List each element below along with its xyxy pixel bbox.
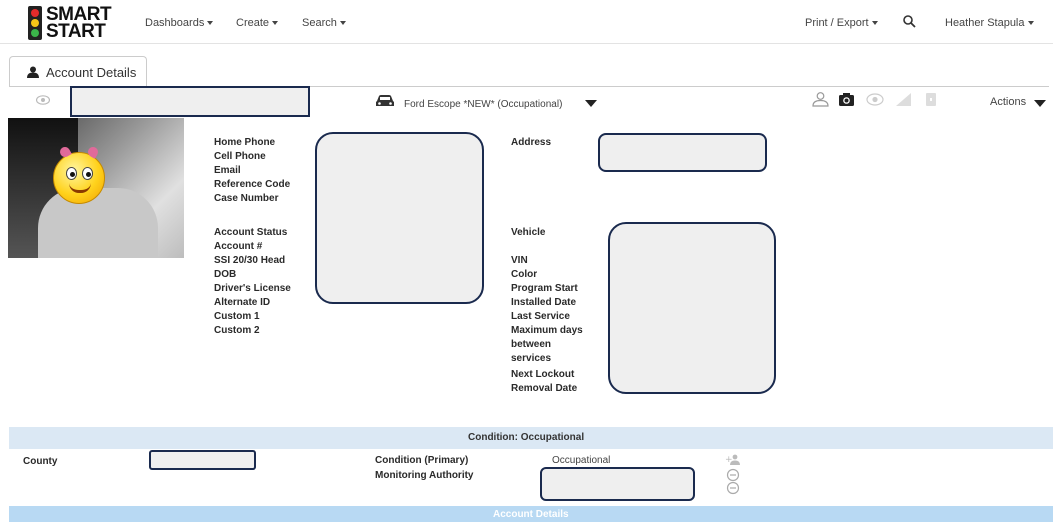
condition-actions-icon[interactable]: + xyxy=(724,452,742,498)
label-dob: DOB xyxy=(214,269,237,280)
logo-text-line2: START xyxy=(46,21,106,42)
tab-account-details[interactable]: Account Details xyxy=(9,56,147,86)
caret-down-icon xyxy=(871,21,878,26)
smiley-face-icon xyxy=(53,145,105,204)
label-account-status: Account Status xyxy=(214,227,288,238)
label-alternate-id: Alternate ID xyxy=(214,297,271,308)
search-icon[interactable] xyxy=(903,15,916,31)
label-custom-2: Custom 2 xyxy=(214,325,260,336)
label-drivers-license: Driver's License xyxy=(214,283,291,294)
person-icon xyxy=(27,66,39,78)
label-max-days-line1: Maximum days xyxy=(511,325,583,336)
nav-user-menu[interactable]: Heather Stapula xyxy=(945,17,1034,29)
user-outline-icon[interactable] xyxy=(812,92,829,107)
label-vehicle: Vehicle xyxy=(511,227,546,238)
actions-menu-label[interactable]: Actions xyxy=(990,96,1026,108)
redacted-address xyxy=(598,133,767,172)
redacted-contact-values xyxy=(315,132,484,304)
condition-title: Condition: Occupational xyxy=(468,432,585,443)
car-icon xyxy=(376,95,394,106)
label-home-phone: Home Phone xyxy=(214,137,276,148)
eye-icon[interactable] xyxy=(36,95,50,105)
label-reference-code: Reference Code xyxy=(214,179,291,190)
label-account-number: Account # xyxy=(214,241,263,252)
label-county: County xyxy=(23,456,58,467)
tab-label: Account Details xyxy=(46,65,137,80)
redacted-vehicle-values xyxy=(608,222,776,394)
redacted-account-name xyxy=(70,86,310,117)
nav-create[interactable]: Create xyxy=(236,17,279,29)
signal-icon[interactable] xyxy=(895,92,913,107)
redacted-monitoring-authority xyxy=(540,467,695,501)
label-condition-primary: Condition (Primary) xyxy=(375,455,469,466)
device-icon[interactable] xyxy=(925,92,937,107)
label-max-days-line2: between xyxy=(511,339,552,350)
label-cell-phone: Cell Phone xyxy=(214,151,266,162)
vehicle-dropdown-caret-icon[interactable] xyxy=(585,100,597,107)
label-color: Color xyxy=(511,269,538,280)
camera-icon[interactable] xyxy=(838,92,855,107)
label-last-service: Last Service xyxy=(511,311,570,322)
account-details-band-title: Account Details xyxy=(493,509,569,520)
top-nav: SMART START Dashboards Create Search Pri… xyxy=(0,0,1053,44)
label-vin: VIN xyxy=(511,255,528,266)
label-program-start: Program Start xyxy=(511,283,578,294)
eye-settings-icon[interactable] xyxy=(866,92,884,107)
smart-start-logo[interactable]: SMART START xyxy=(28,5,138,42)
label-monitoring-authority: Monitoring Authority xyxy=(375,470,474,481)
nav-search[interactable]: Search xyxy=(302,17,346,29)
label-installed-date: Installed Date xyxy=(511,297,577,308)
caret-down-icon xyxy=(272,21,279,26)
vehicle-selector-label[interactable]: Ford Escope *NEW* (Occupational) xyxy=(404,99,562,110)
caret-down-icon xyxy=(207,21,214,26)
nav-dashboards[interactable]: Dashboards xyxy=(145,17,214,29)
label-address: Address xyxy=(511,137,552,148)
driver-photo xyxy=(8,118,184,258)
nav-print-export[interactable]: Print / Export xyxy=(805,17,878,29)
label-next-lockout: Next Lockout xyxy=(511,369,575,380)
label-custom-1: Custom 1 xyxy=(214,311,260,322)
actions-caret-icon[interactable] xyxy=(1034,100,1046,107)
label-email: Email xyxy=(214,165,241,176)
redacted-county xyxy=(149,450,256,470)
caret-down-icon xyxy=(339,21,346,26)
traffic-light-icon xyxy=(28,6,42,40)
condition-primary-value: Occupational xyxy=(552,455,611,466)
label-case-number: Case Number xyxy=(214,193,279,204)
label-removal-date: Removal Date xyxy=(511,383,578,394)
label-ssi: SSI 20/30 Head xyxy=(214,255,286,266)
label-max-days-line3: services xyxy=(511,353,552,364)
caret-down-icon xyxy=(1027,21,1034,26)
